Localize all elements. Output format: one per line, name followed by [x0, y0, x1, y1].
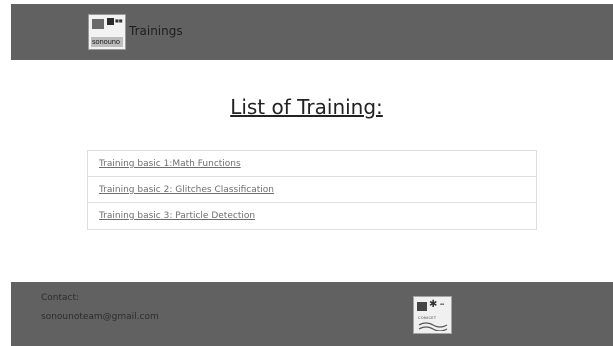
training-link-1[interactable]: Training basic 1:Math Functions [99, 159, 241, 169]
training-link-3[interactable]: Training basic 3: Particle Detection [99, 211, 255, 221]
contact-label: Contact: [41, 293, 80, 303]
training-list-heading: List of Training: [230, 95, 383, 119]
list-item: Training basic 2: Glitches Classificatio… [88, 177, 536, 203]
conicet-logo-icon: ✱ ▪▪ CONICET [413, 296, 452, 334]
page-title[interactable]: Trainings [129, 24, 183, 38]
training-link-2[interactable]: Training basic 2: Glitches Classificatio… [99, 185, 274, 195]
list-item: Training basic 3: Particle Detection [88, 203, 536, 229]
logo-text: sonouno [92, 38, 120, 46]
top-navbar: ■■ sonouno Trainings [11, 4, 613, 60]
list-item: Training basic 1:Math Functions [88, 151, 536, 177]
footer: Contact: sonounoteam@gmail.com ✱ ▪▪ CONI… [11, 282, 613, 346]
conicet-logo-text: CONICET [418, 316, 437, 320]
sonouno-logo-icon[interactable]: ■■ sonouno [88, 14, 126, 50]
training-list: Training basic 1:Math Functions Training… [87, 150, 537, 230]
contact-email: sonounoteam@gmail.com [41, 312, 159, 322]
